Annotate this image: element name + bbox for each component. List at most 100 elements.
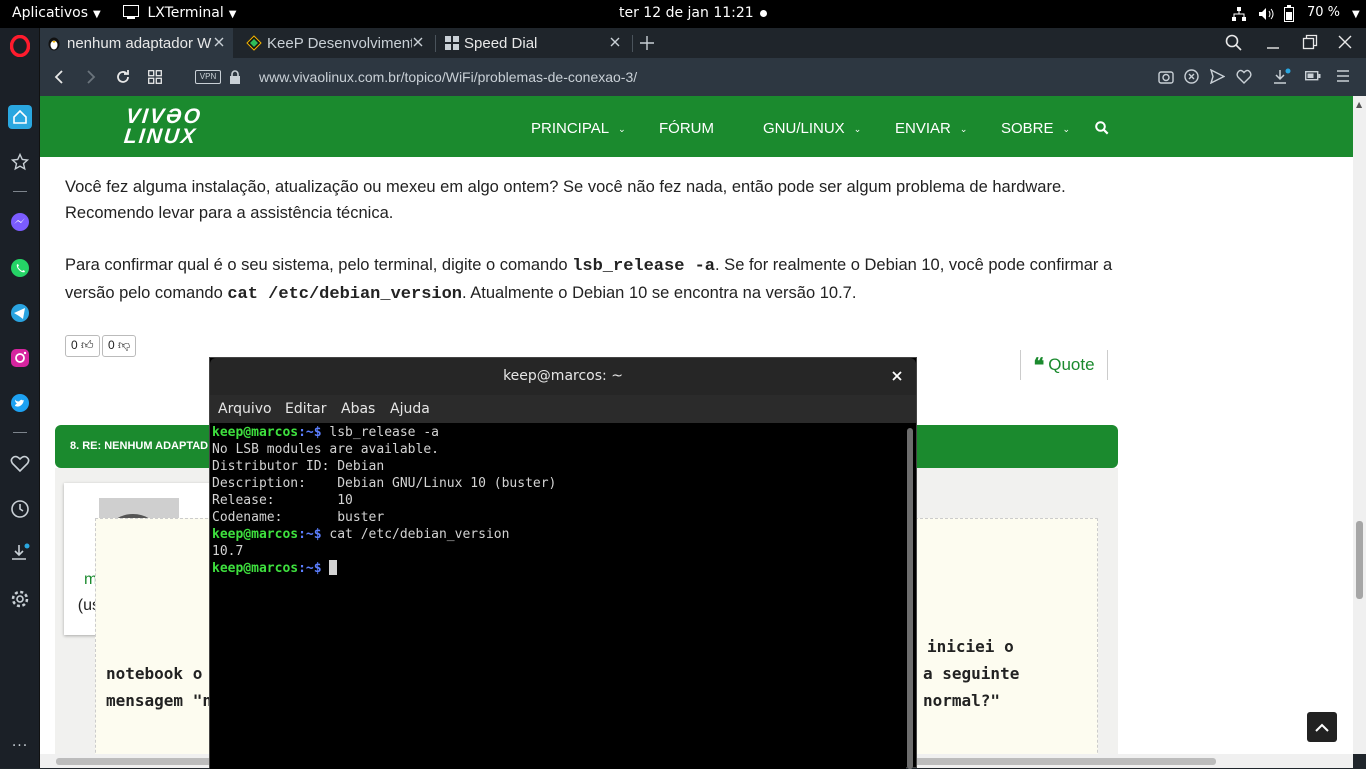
clock-icon: [11, 500, 29, 518]
twitter-icon: [11, 394, 29, 412]
quote-button[interactable]: ❝ Quote: [1020, 350, 1108, 380]
text-cursor: [329, 560, 338, 575]
send-icon[interactable]: [1210, 69, 1225, 84]
gear-icon: [11, 590, 29, 608]
chevron-down-icon: ⌄: [1062, 124, 1071, 134]
terminal-window[interactable]: keep@marcos: ~ Arquivo Editar Abas Ajuda…: [209, 357, 917, 769]
panel-menu-caret[interactable]: ▼: [1347, 5, 1360, 21]
scrollbar-thumb[interactable]: [1356, 521, 1363, 599]
active-window-menu[interactable]: LXTerminal ▼: [123, 5, 236, 21]
close-window-icon[interactable]: [1337, 34, 1353, 50]
battery-icon[interactable]: [1284, 5, 1294, 22]
grid-icon: [148, 70, 162, 84]
sidebar-more-icon[interactable]: ···: [8, 734, 32, 758]
site-logo[interactable]: VIVƏO LINUX: [123, 105, 203, 148]
speed-dial-home-button[interactable]: [8, 105, 32, 129]
easy-setup-icon[interactable]: [1336, 69, 1350, 83]
applications-menu[interactable]: Aplicativos ▼: [12, 5, 101, 21]
nav-forum[interactable]: FÓRUM: [659, 120, 714, 137]
page-vertical-scrollbar[interactable]: ▲: [1353, 96, 1366, 754]
lock-icon[interactable]: [229, 70, 241, 84]
camera-icon[interactable]: [1158, 69, 1174, 84]
tab-divider: [632, 35, 633, 52]
site-header: VIVƏO LINUX PRINCIPAL ⌄ FÓRUM GNU/LINUX ⌄ …: [40, 96, 1353, 157]
tab-divider: [435, 35, 436, 52]
clock[interactable]: ter 12 de jan 11:21: [619, 5, 767, 21]
terminal-line: Description: Debian GNU/Linux 10 (buster…: [212, 476, 557, 491]
whatsapp-button[interactable]: [8, 256, 32, 280]
downvote-button[interactable]: 0 👎︎: [102, 335, 137, 357]
heart-icon[interactable]: [1236, 69, 1252, 84]
battery-percentage: 70 %: [1307, 5, 1341, 20]
tab-keep[interactable]: KeeP Desenvolviment: [240, 28, 432, 58]
close-tab-icon[interactable]: [608, 35, 622, 49]
menu-arquivo[interactable]: Arquivo: [218, 401, 272, 417]
sidebar-divider: [13, 191, 27, 192]
keep-icon: [246, 35, 262, 51]
terminal-titlebar[interactable]: keep@marcos: ~: [210, 358, 916, 395]
settings-button[interactable]: [8, 587, 32, 611]
instagram-icon: [11, 349, 29, 367]
search-icon[interactable]: [1095, 121, 1109, 135]
terminal-line: 10.7: [212, 544, 244, 559]
network-icon[interactable]: [1231, 6, 1247, 22]
restore-icon[interactable]: [1302, 34, 1318, 50]
menu-editar[interactable]: Editar: [285, 401, 326, 417]
upvote-button[interactable]: 0 👍︎: [65, 335, 100, 357]
tabs-overview-button[interactable]: [146, 68, 164, 86]
instagram-button[interactable]: [8, 346, 32, 370]
opera-menu-button[interactable]: [8, 34, 32, 58]
desktop-top-panel: Aplicativos ▼ LXTerminal ▼ ter 12 de jan 1…: [0, 0, 1366, 28]
caret-down-icon: ▼: [1352, 9, 1360, 20]
close-tab-icon[interactable]: [411, 35, 425, 49]
chevron-down-icon: ⌄: [853, 124, 862, 134]
tab-vivaolinux[interactable]: nenhum adaptador W: [40, 28, 233, 58]
whatsapp-icon: [11, 259, 29, 277]
navigation-bar: VPN www.vivaolinux.com.br/topico/WiFi/pr…: [40, 58, 1366, 96]
terminal-line: Release: 10: [212, 493, 353, 508]
address-input[interactable]: www.vivaolinux.com.br/topico/WiFi/proble…: [259, 69, 637, 85]
my-flow-button[interactable]: [8, 452, 32, 476]
terminal-prompt-line: keep@marcos:~$: [212, 560, 338, 577]
tab-speed-dial[interactable]: Speed Dial: [439, 28, 629, 58]
menu-ajuda[interactable]: Ajuda: [390, 401, 430, 417]
back-button[interactable]: [50, 68, 68, 86]
terminal-output[interactable]: keep@marcos:~$ lsb_release -a No LSB mod…: [210, 423, 906, 769]
back-to-top-button[interactable]: [1307, 712, 1337, 742]
post-paragraph-1: Você fez alguma instalação, atualização …: [65, 178, 1066, 222]
new-tab-icon[interactable]: [639, 35, 655, 51]
chevron-down-icon: ⌄: [618, 124, 626, 134]
messenger-button[interactable]: [8, 210, 32, 234]
scroll-up-arrow-icon[interactable]: ▲: [1356, 100, 1362, 109]
menu-abas[interactable]: Abas: [341, 401, 375, 417]
nav-sobre[interactable]: SOBRE ⌄: [1001, 120, 1070, 137]
nav-gnu-linux[interactable]: GNU/LINUX ⌄: [763, 120, 861, 137]
star-icon: [11, 153, 29, 171]
ad-block-icon[interactable]: [1184, 69, 1199, 84]
forward-button[interactable]: [82, 68, 100, 86]
volume-icon[interactable]: [1258, 6, 1275, 22]
telegram-button[interactable]: [8, 301, 32, 325]
notification-dot-icon: [759, 9, 767, 17]
close-tab-icon[interactable]: [212, 35, 226, 49]
close-icon[interactable]: [890, 369, 904, 383]
arrow-right-icon: [87, 70, 96, 84]
reload-button[interactable]: [114, 68, 132, 86]
download-icon[interactable]: [1273, 68, 1291, 85]
search-tabs-icon[interactable]: [1225, 34, 1242, 51]
nav-principal[interactable]: PRINCIPAL ⌄: [531, 120, 626, 137]
penguin-icon: [48, 37, 60, 51]
home-icon: [13, 109, 27, 124]
vpn-badge[interactable]: VPN: [195, 70, 221, 84]
minimize-icon[interactable]: [1265, 35, 1281, 51]
bookmarks-button[interactable]: [8, 150, 32, 174]
opera-sidebar: ···: [0, 28, 40, 768]
twitter-button[interactable]: [8, 391, 32, 415]
downloads-button[interactable]: [8, 541, 32, 565]
grid-icon: [445, 36, 459, 50]
terminal-scrollbar[interactable]: [907, 428, 913, 769]
battery-saver-icon[interactable]: [1305, 70, 1321, 82]
nav-enviar[interactable]: ENVIAR ⌄: [895, 120, 967, 137]
thumbs-up-icon: 👍︎: [81, 338, 94, 352]
history-button[interactable]: [8, 497, 32, 521]
